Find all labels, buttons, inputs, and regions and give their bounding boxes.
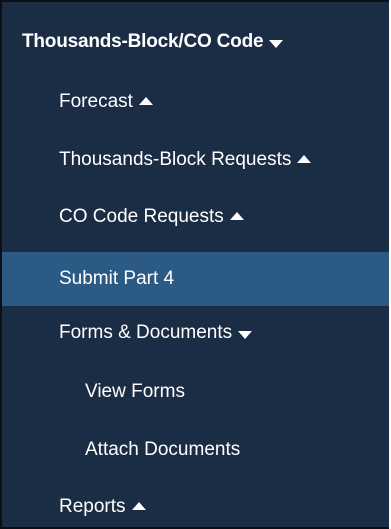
menu-item-co-code-requests[interactable]: CO Code Requests bbox=[2, 195, 389, 239]
menu-section-thousands-block-co-code[interactable]: Thousands-Block/CO Code bbox=[2, 22, 389, 62]
menu-item-reports[interactable]: Reports bbox=[2, 485, 389, 527]
caret-down-icon bbox=[238, 330, 253, 339]
menu-subitem-view-forms[interactable]: View Forms bbox=[2, 370, 389, 414]
menu-item-label: View Forms bbox=[85, 381, 185, 402]
menu-item-label: Submit Part 4 bbox=[59, 268, 175, 289]
menu-subitem-attach-documents[interactable]: Attach Documents bbox=[2, 428, 389, 472]
caret-up-icon bbox=[131, 502, 146, 510]
side-menu: Thousands-Block/CO Code Forecast Thousan… bbox=[0, 0, 389, 529]
menu-item-label: CO Code Requests bbox=[59, 206, 224, 227]
menu-item-label: Attach Documents bbox=[85, 439, 241, 460]
menu-item-submit-part-4[interactable]: Submit Part 4 bbox=[2, 252, 389, 306]
menu-item-label: Forecast bbox=[59, 91, 133, 112]
caret-down-icon bbox=[269, 39, 284, 48]
menu-item-label: Thousands-Block Requests bbox=[59, 149, 292, 170]
caret-up-icon bbox=[138, 97, 153, 105]
menu-item-label: Reports bbox=[59, 496, 126, 517]
menu-item-forecast[interactable]: Forecast bbox=[2, 80, 389, 124]
caret-up-icon bbox=[297, 155, 312, 163]
menu-item-thousands-block-requests[interactable]: Thousands-Block Requests bbox=[2, 138, 389, 182]
menu-item-label: Forms & Documents bbox=[59, 322, 233, 343]
caret-up-icon bbox=[229, 212, 244, 220]
menu-item-forms-and-documents[interactable]: Forms & Documents bbox=[2, 311, 389, 355]
menu-section-label: Thousands-Block/CO Code bbox=[22, 31, 264, 52]
